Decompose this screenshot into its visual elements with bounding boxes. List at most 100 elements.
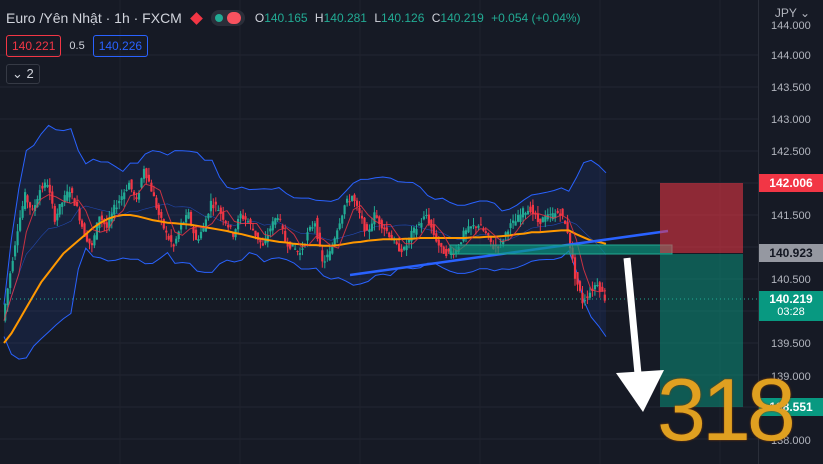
- candle-body: [536, 213, 539, 222]
- data-status-pill[interactable]: [210, 10, 245, 26]
- support-zone[interactable]: [449, 244, 673, 255]
- candle-body: [313, 223, 316, 227]
- candle-body: [526, 210, 530, 215]
- candle-body: [487, 233, 490, 236]
- candle-body: [410, 230, 413, 242]
- candle-body: [598, 282, 601, 292]
- candle-body: [185, 215, 188, 223]
- candle-body: [14, 245, 17, 257]
- sell-price-button[interactable]: 140.221: [6, 35, 62, 57]
- candle-body: [460, 242, 463, 244]
- candle-body: [28, 202, 32, 208]
- candle-body: [284, 231, 287, 242]
- symbol-header: Euro /Yên Nhật · 1h · FXCM O140.165 H140…: [6, 8, 585, 28]
- candle-body: [71, 188, 74, 193]
- axis-tick: 140.500: [771, 274, 811, 286]
- candle-body: [162, 219, 165, 229]
- candle-body: [239, 213, 242, 219]
- candle-body: [58, 204, 61, 215]
- candle-body: [16, 231, 19, 246]
- candle-body: [519, 214, 522, 222]
- candle-body: [541, 217, 544, 223]
- candle-body: [576, 272, 579, 285]
- candle-body: [128, 182, 131, 190]
- price-chart[interactable]: [0, 0, 758, 464]
- candle-body: [603, 294, 606, 301]
- candle-body: [11, 260, 14, 272]
- candle-body: [271, 221, 274, 231]
- candle-body: [437, 239, 440, 246]
- candle-body: [172, 244, 175, 247]
- candle-body: [115, 207, 118, 210]
- candle-body: [152, 192, 155, 197]
- candle-body: [68, 192, 71, 198]
- candle-body: [26, 195, 29, 203]
- candle-body: [90, 243, 93, 246]
- spread-value: 0.5: [69, 40, 85, 52]
- candle-body: [524, 212, 527, 216]
- candle-body: [373, 212, 376, 225]
- candle-body: [395, 241, 398, 245]
- candle-body: [462, 230, 465, 242]
- candle-body: [222, 212, 225, 220]
- candle-body: [274, 218, 277, 225]
- candle-body: [51, 191, 54, 204]
- candle-body: [318, 232, 321, 246]
- candle-body: [242, 215, 245, 220]
- candle-body: [400, 248, 403, 253]
- candle-body: [316, 217, 319, 239]
- last-price-label: 140.219 03:28: [759, 291, 823, 321]
- candle-body: [175, 238, 178, 244]
- candle-body: [155, 197, 158, 209]
- candle-body: [445, 249, 448, 256]
- candle-body: [246, 221, 250, 223]
- candle-body: [301, 248, 304, 250]
- candle-body: [120, 196, 123, 200]
- candle-body: [53, 206, 56, 222]
- candle-body: [474, 226, 477, 228]
- status-red-icon: [226, 12, 241, 24]
- candle-body: [38, 190, 41, 201]
- candle-body: [440, 243, 443, 247]
- stop-loss-price-label[interactable]: 142.006: [759, 174, 823, 192]
- candle-body: [323, 261, 326, 263]
- candle-body: [447, 248, 450, 252]
- candle-body: [56, 213, 59, 221]
- candle-body: [388, 232, 391, 238]
- candle-body: [509, 223, 512, 228]
- candle-body: [9, 273, 12, 288]
- candle-body: [341, 215, 344, 224]
- candle-body: [601, 286, 604, 292]
- candle-body: [229, 225, 232, 227]
- candle-body: [385, 227, 388, 231]
- currency-selector[interactable]: JPY ⌄: [775, 6, 823, 20]
- candle-body: [479, 224, 482, 226]
- market-closed-icon: [189, 11, 203, 25]
- candle-body: [165, 230, 168, 233]
- candle-body: [549, 214, 552, 216]
- candle-body: [145, 168, 148, 179]
- indicators-toggle-button[interactable]: ⌄ 2: [6, 64, 40, 84]
- candle-body: [467, 226, 470, 233]
- candle-body: [43, 182, 46, 188]
- candle-body: [477, 225, 480, 228]
- candle-body: [365, 224, 368, 231]
- candle-body: [125, 189, 128, 191]
- candle-body: [507, 231, 510, 235]
- buy-price-button[interactable]: 140.226: [92, 35, 149, 57]
- entry-price-label[interactable]: 140.923: [759, 244, 823, 262]
- candle-body: [204, 219, 207, 232]
- candle-body: [261, 243, 264, 246]
- candle-body: [237, 219, 240, 230]
- position-stop-zone[interactable]: [660, 183, 743, 253]
- ohlc-values: O140.165 H140.281 L140.126 C140.219 +0.0…: [254, 11, 581, 25]
- candle-body: [244, 216, 247, 220]
- candle-body: [514, 221, 517, 226]
- candle-body: [48, 184, 51, 193]
- axis-tick: 141.500: [771, 210, 811, 222]
- candle-body: [578, 281, 582, 291]
- candle-body: [254, 230, 257, 236]
- candle-body: [363, 217, 366, 232]
- candle-body: [197, 239, 200, 241]
- symbol-title[interactable]: Euro /Yên Nhật · 1h · FXCM: [6, 10, 182, 26]
